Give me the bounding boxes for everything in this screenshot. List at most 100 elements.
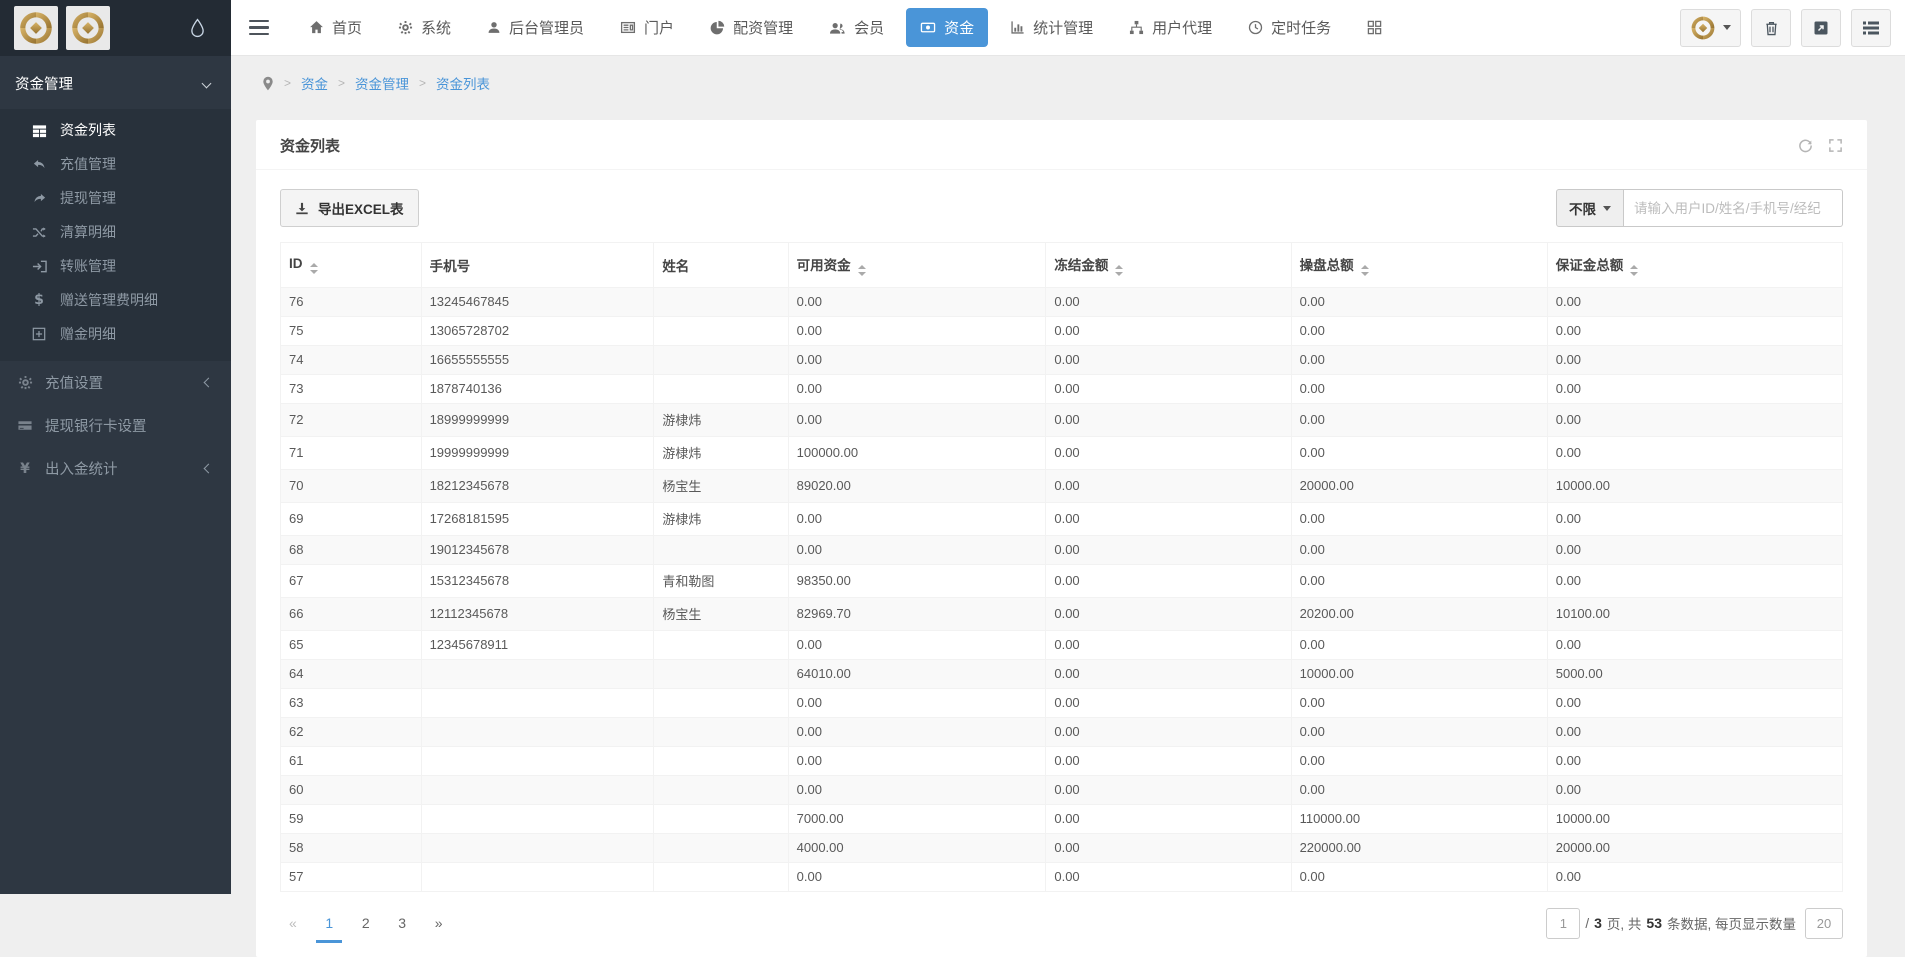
table-cell: 0.00 — [788, 775, 1046, 804]
table-cell: 0.00 — [1547, 564, 1842, 597]
column-header-name: 姓名 — [654, 243, 788, 288]
table-cell: 0.00 — [788, 688, 1046, 717]
plus-square-icon — [30, 327, 48, 341]
nav-item-user-agents[interactable]: 用户代理 — [1115, 8, 1226, 47]
sort-icon — [858, 265, 866, 276]
control-sidebar-button[interactable] — [1851, 9, 1891, 47]
sidebar-item-recharge-settings[interactable]: 充值设置 — [0, 361, 231, 404]
table-cell: 0.00 — [1046, 403, 1291, 436]
sidebar-item-gift-fee-detail[interactable]: $ 赠送管理费明细 — [0, 283, 231, 317]
search-input[interactable] — [1624, 189, 1843, 227]
table-cell: 72 — [281, 403, 422, 436]
table-cell: 16655555555 — [421, 345, 654, 374]
sidebar-toggle-icon[interactable] — [249, 20, 269, 36]
sidebar: 资金管理 资金列表 充值管理 提现管理 清算明细 — [0, 0, 231, 894]
table-cell — [654, 630, 788, 659]
pagination-pages: « 1 2 3 » — [280, 915, 458, 931]
table-cell: 17268181595 — [421, 502, 654, 535]
table-cell: 0.00 — [1046, 688, 1291, 717]
breadcrumb-separator: > — [284, 76, 291, 90]
grid-icon — [1367, 20, 1382, 35]
sidebar-item-withdraw-bankcard-settings[interactable]: 提现银行卡设置 — [0, 404, 231, 447]
page-jump-input[interactable] — [1546, 908, 1580, 939]
breadcrumb-link-funds[interactable]: 资金 — [301, 73, 328, 93]
refresh-icon[interactable] — [1798, 138, 1813, 153]
expand-icon[interactable] — [1828, 138, 1843, 153]
table-row: 6464010.000.0010000.005000.00 — [281, 659, 1843, 688]
table-row: 74166555555550.000.000.000.00 — [281, 345, 1843, 374]
nav-item-home[interactable]: 首页 — [295, 8, 376, 47]
sidebar-item-funds-list[interactable]: 资金列表 — [0, 113, 231, 147]
share-icon — [30, 191, 48, 206]
main-menu: 首页 系统 后台管理员 门户 配资管理 会员 资金 统计管理 — [295, 8, 1396, 47]
pie-chart-icon — [710, 20, 725, 35]
sidebar-item-bonus-detail[interactable]: 赠金明细 — [0, 317, 231, 351]
sidebar-item-transfer-management[interactable]: 转账管理 — [0, 249, 231, 283]
table-cell: 0.00 — [1547, 535, 1842, 564]
table-cell — [421, 659, 654, 688]
table-cell: 0.00 — [1547, 436, 1842, 469]
table-row: 65123456789110.000.000.000.00 — [281, 630, 1843, 659]
table-cell: 0.00 — [788, 717, 1046, 746]
table-cell — [654, 746, 788, 775]
nav-item-statistics-management[interactable]: 统计管理 — [996, 8, 1107, 47]
nav-item-allocation-management[interactable]: 配资管理 — [696, 8, 807, 47]
shuffle-icon — [30, 225, 48, 240]
table-cell: 0.00 — [1291, 862, 1547, 891]
nav-item-portal[interactable]: 门户 — [606, 8, 688, 47]
sidebar-item-fund-flow-statistics[interactable]: ¥ 出入金统计 — [0, 447, 231, 490]
table-cell: 0.00 — [1046, 564, 1291, 597]
breadcrumb-link-funds-list[interactable]: 资金列表 — [436, 73, 490, 93]
column-header-id[interactable]: ID — [281, 243, 422, 288]
table-cell — [654, 345, 788, 374]
user-icon — [487, 20, 501, 35]
pagination-page-2[interactable]: 2 — [353, 911, 379, 943]
breadcrumb-link-funds-management[interactable]: 资金管理 — [355, 73, 409, 93]
table-cell: 5000.00 — [1547, 659, 1842, 688]
table-cell: 0.00 — [1291, 403, 1547, 436]
users-icon — [829, 20, 846, 35]
sort-icon — [310, 263, 318, 274]
user-avatar-dropdown[interactable] — [1680, 9, 1741, 47]
filter-dropdown-button[interactable]: 不限 — [1556, 189, 1624, 227]
column-header-frozen-amount[interactable]: 冻结金额 — [1046, 243, 1291, 288]
table-cell: 0.00 — [1046, 502, 1291, 535]
column-header-available-funds[interactable]: 可用资金 — [788, 243, 1046, 288]
page-size-input[interactable] — [1805, 908, 1843, 939]
open-frontend-button[interactable] — [1801, 9, 1841, 47]
sidebar-section-funds-management[interactable]: 资金管理 — [0, 56, 231, 109]
nav-item-system[interactable]: 系统 — [384, 8, 465, 47]
nav-item-scheduled-tasks[interactable]: 定时任务 — [1234, 8, 1345, 47]
pagination-next[interactable]: » — [426, 911, 452, 943]
sidebar-item-recharge-management[interactable]: 充值管理 — [0, 147, 231, 181]
table-cell: 0.00 — [1291, 564, 1547, 597]
table-cell: 0.00 — [1291, 436, 1547, 469]
nav-item-members[interactable]: 会员 — [815, 8, 898, 47]
table-cell: 0.00 — [1046, 630, 1291, 659]
table-cell: 0.00 — [1046, 469, 1291, 502]
sidebar-item-withdraw-management[interactable]: 提现管理 — [0, 181, 231, 215]
table-cell: 0.00 — [1046, 436, 1291, 469]
nav-item-admins[interactable]: 后台管理员 — [473, 8, 598, 47]
table-cell — [654, 862, 788, 891]
bar-chart-icon — [1010, 20, 1025, 35]
table-cell: 69 — [281, 502, 422, 535]
table-cell: 64010.00 — [788, 659, 1046, 688]
column-header-margin-total[interactable]: 保证金总额 — [1547, 243, 1842, 288]
sort-icon — [1361, 265, 1369, 276]
table-cell: 0.00 — [788, 630, 1046, 659]
export-excel-button[interactable]: 导出EXCEL表 — [280, 189, 419, 227]
clear-cache-button[interactable] — [1751, 9, 1791, 47]
table-cell: 70 — [281, 469, 422, 502]
pagination-first[interactable]: « — [280, 911, 306, 943]
pagination-page-1[interactable]: 1 — [316, 911, 342, 943]
nav-item-apps-grid[interactable] — [1353, 11, 1396, 44]
table-cell: 0.00 — [1547, 862, 1842, 891]
nav-item-funds[interactable]: 资金 — [906, 8, 988, 47]
table-cell — [421, 717, 654, 746]
pagination-page-3[interactable]: 3 — [389, 911, 415, 943]
column-header-trading-total[interactable]: 操盘总额 — [1291, 243, 1547, 288]
sidebar-item-settlement-detail[interactable]: 清算明细 — [0, 215, 231, 249]
pagination-info: / 3 页, 共 53 条数据, 每页显示数量 — [1546, 908, 1843, 939]
table-cell: 0.00 — [1046, 316, 1291, 345]
